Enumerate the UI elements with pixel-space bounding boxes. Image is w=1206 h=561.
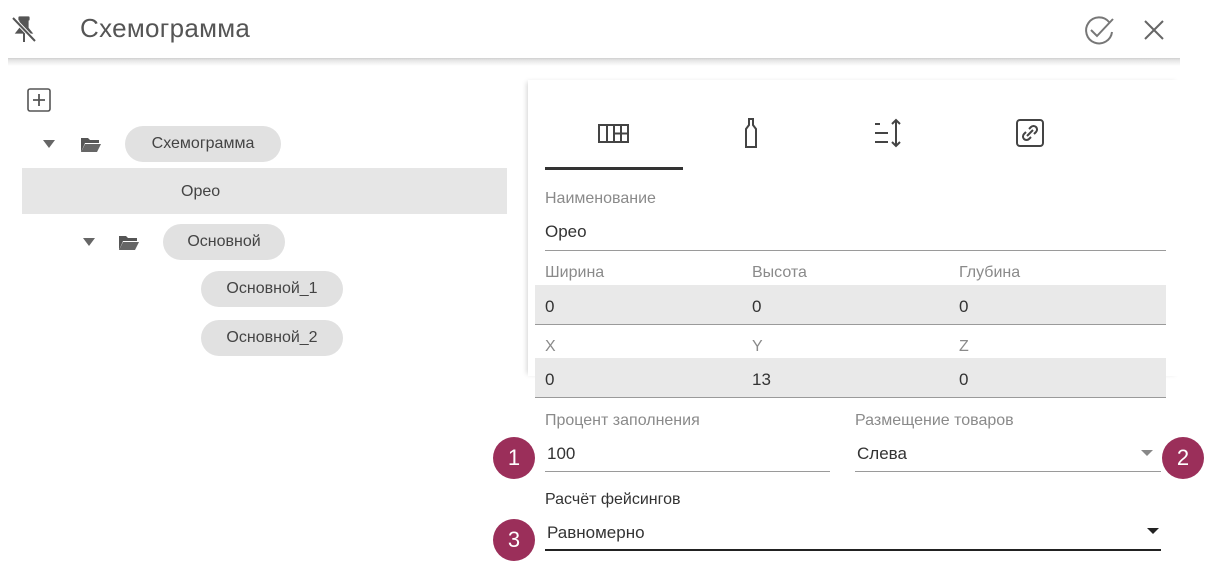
fill-percent-label: Процент заполнения xyxy=(545,412,700,429)
height-field[interactable]: 0 xyxy=(752,297,761,317)
add-node-icon[interactable] xyxy=(26,87,52,113)
callout-badge: 2 xyxy=(1162,437,1204,479)
z-field[interactable]: 0 xyxy=(959,370,968,390)
x-label: X xyxy=(545,338,556,355)
facings-label: Расчёт фейсингов xyxy=(545,491,681,508)
expand-caret-icon[interactable] xyxy=(82,237,96,247)
dimensions-underline xyxy=(535,324,1166,325)
tree-node-child[interactable]: Основной_2 xyxy=(201,320,343,356)
width-field[interactable]: 0 xyxy=(545,297,554,317)
page-title: Схемограмма xyxy=(80,13,251,43)
placement-underline xyxy=(855,471,1161,472)
facings-underline xyxy=(545,549,1161,551)
depth-label: Глубина xyxy=(959,264,1021,281)
y-label: Y xyxy=(752,338,763,355)
name-field[interactable]: Орео xyxy=(545,222,587,242)
facings-select[interactable]: Равномерно xyxy=(547,523,645,543)
tree-node-root[interactable]: Схемограмма xyxy=(125,126,281,162)
callout-badge: 1 xyxy=(493,437,535,479)
position-underline xyxy=(535,397,1166,398)
width-label: Ширина xyxy=(545,264,605,281)
confirm-check-icon[interactable] xyxy=(1082,14,1116,46)
depth-field[interactable]: 0 xyxy=(959,297,968,317)
active-tab-indicator xyxy=(545,167,683,170)
x-field[interactable]: 0 xyxy=(545,370,554,390)
tree-node-selected[interactable]: Орео xyxy=(181,183,220,201)
y-field[interactable]: 13 xyxy=(752,370,771,390)
fill-percent-field[interactable]: 100 xyxy=(547,444,575,464)
expand-caret-icon[interactable] xyxy=(42,139,56,149)
link-icon[interactable] xyxy=(1010,116,1050,150)
close-icon[interactable] xyxy=(1141,17,1167,43)
chevron-down-icon[interactable] xyxy=(1140,449,1154,457)
tree-node-group[interactable]: Основной xyxy=(163,224,285,260)
name-field-underline xyxy=(545,250,1166,251)
dialog-header: Схемограмма xyxy=(0,0,1206,60)
header-divider xyxy=(8,58,1180,66)
name-label: Наименование xyxy=(545,190,656,207)
position-field-background xyxy=(535,358,1166,397)
grid-icon[interactable] xyxy=(594,116,634,150)
folder-open-icon xyxy=(81,138,101,152)
tree-node-child[interactable]: Основной_1 xyxy=(201,271,343,307)
placement-label: Размещение товаров xyxy=(855,412,1014,429)
placement-select[interactable]: Слева xyxy=(857,444,907,464)
tree-row-selected[interactable] xyxy=(22,168,507,214)
folder-open-icon xyxy=(119,236,139,250)
bottle-icon[interactable] xyxy=(731,116,771,150)
dimensions-field-background xyxy=(535,285,1166,324)
height-label: Высота xyxy=(752,264,807,281)
chevron-down-icon[interactable] xyxy=(1146,527,1160,535)
z-label: Z xyxy=(959,338,969,355)
fill-percent-underline xyxy=(545,471,830,472)
unpin-icon[interactable] xyxy=(10,14,38,44)
sort-height-icon[interactable] xyxy=(868,116,908,150)
callout-badge: 3 xyxy=(493,519,535,561)
